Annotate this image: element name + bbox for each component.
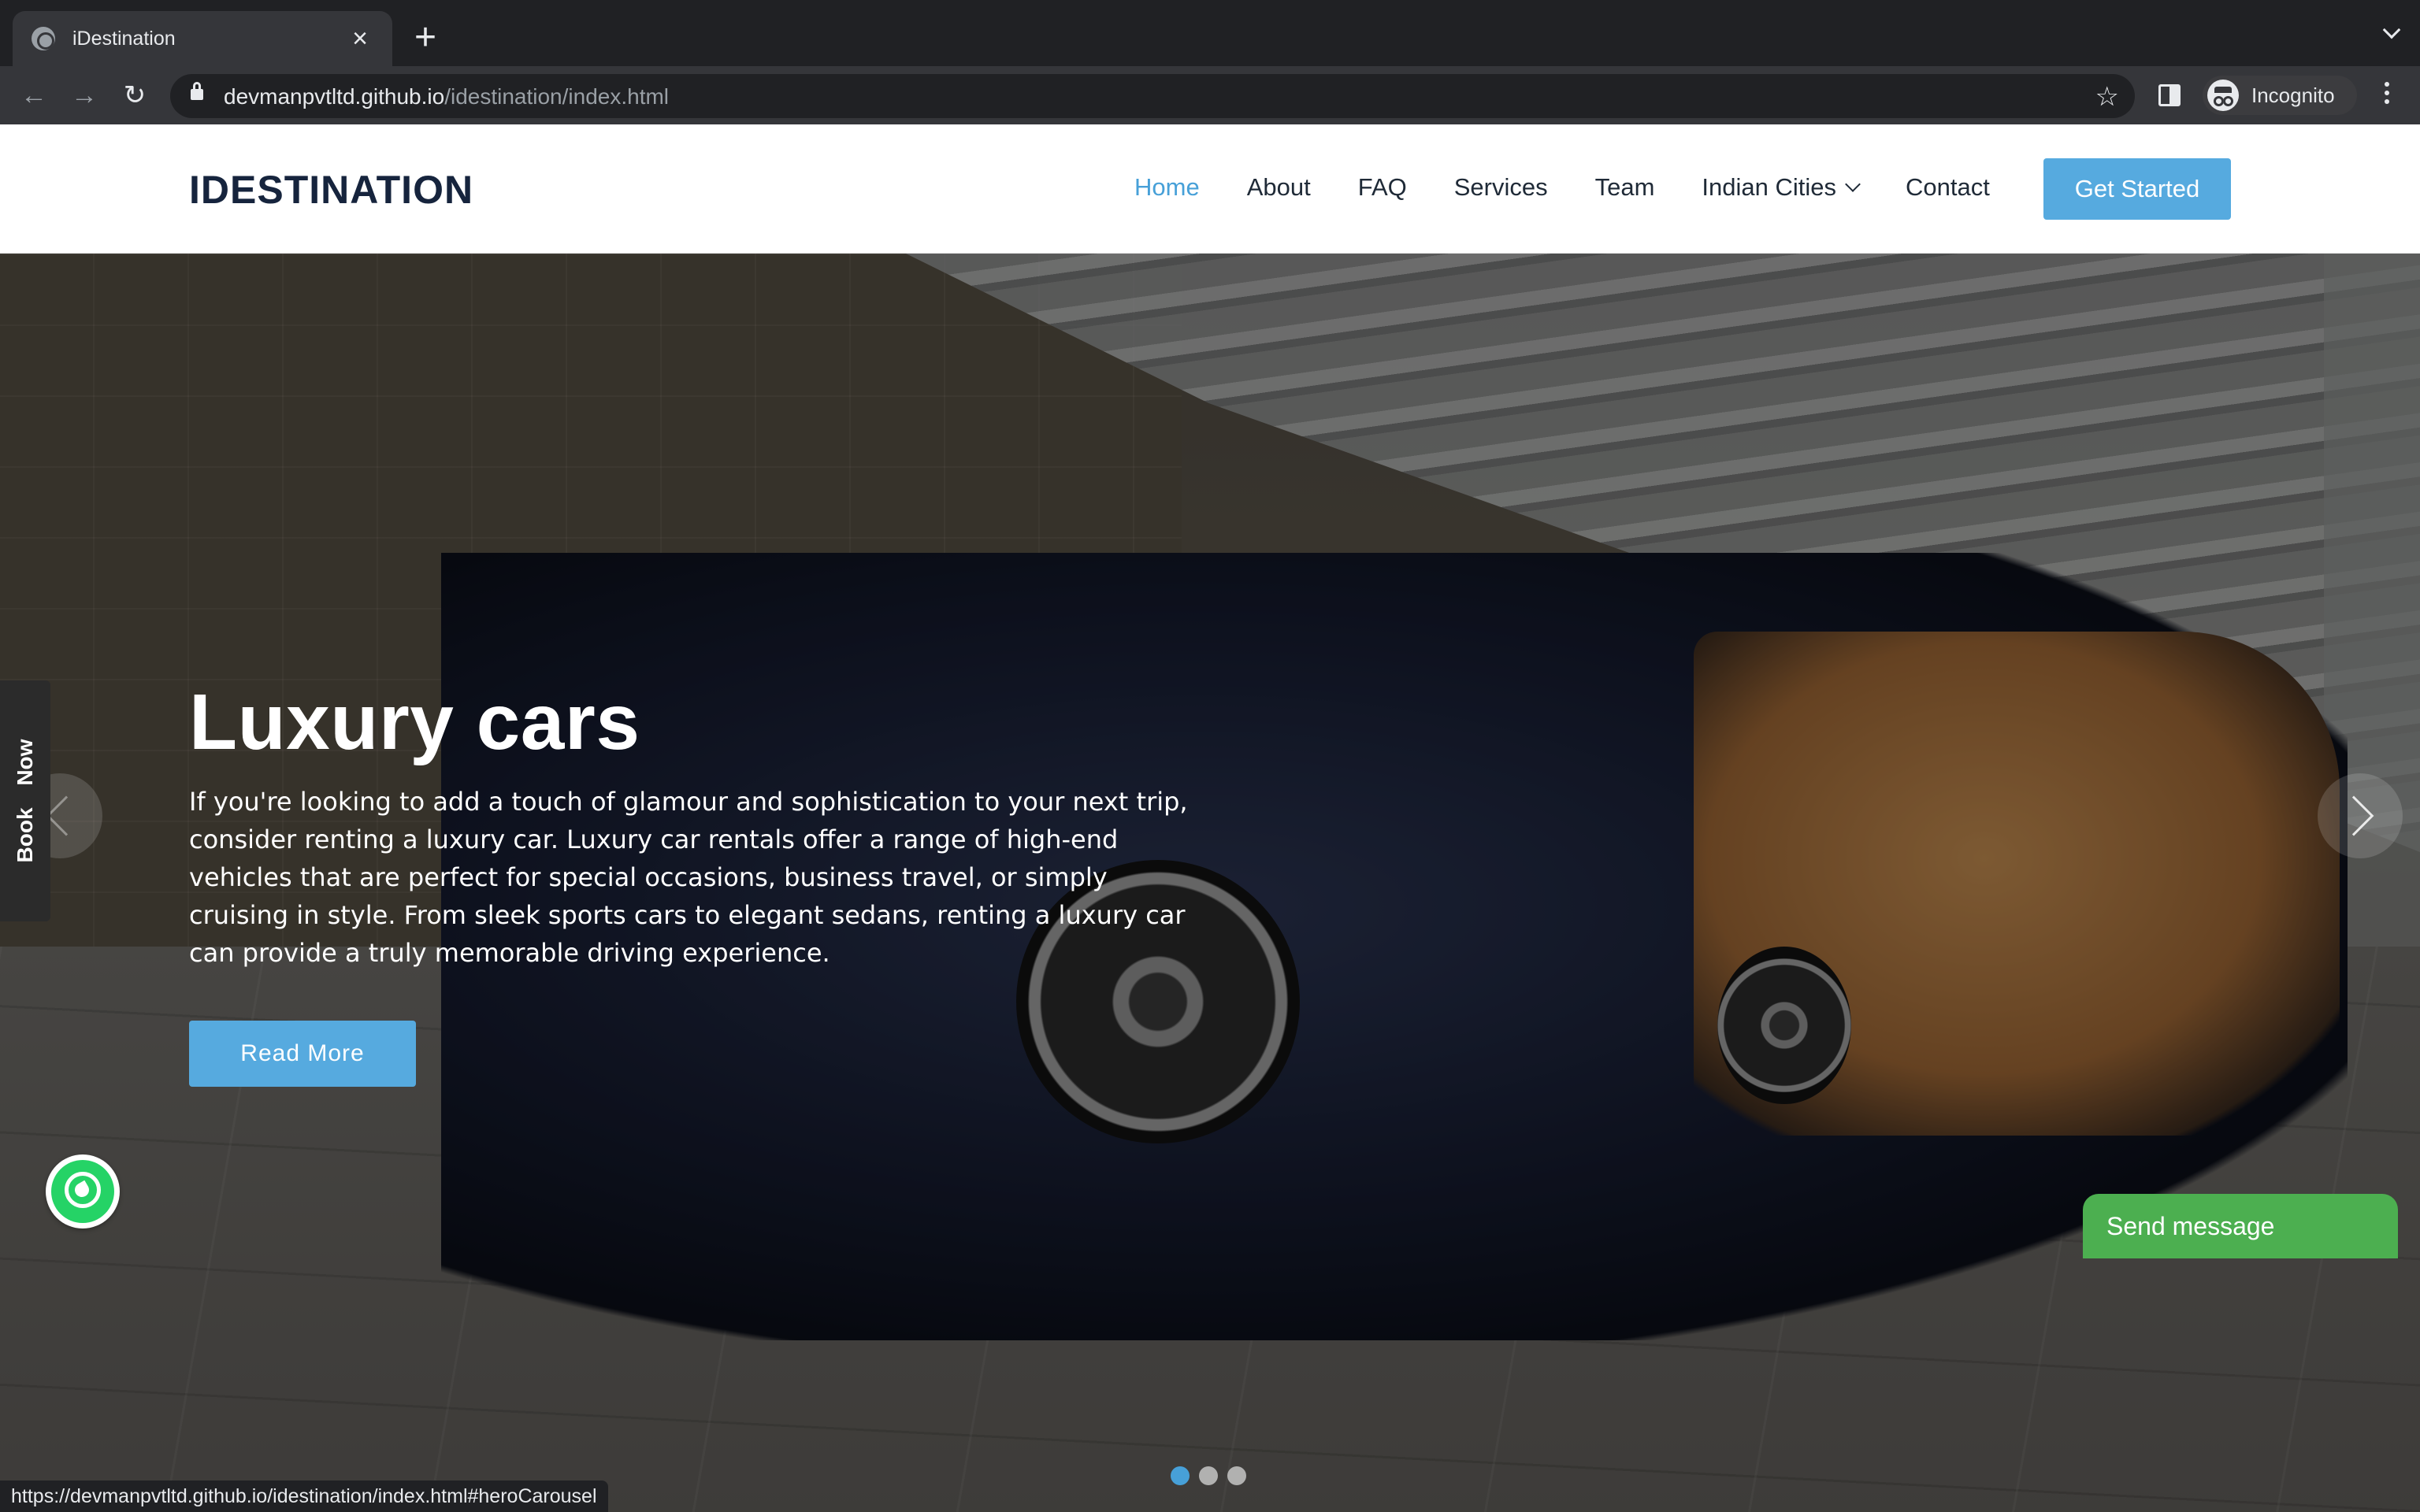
chevron-left-icon [46, 795, 87, 836]
browser-tab-strip: iDestination × + [0, 0, 2420, 66]
address-bar[interactable]: devmanpvtltd.github.io/idestination/inde… [170, 74, 2135, 118]
hero-title: Luxury cars [189, 678, 640, 766]
site-header: IDESTINATION Home About FAQ Services Tea… [0, 124, 2420, 254]
chevron-right-icon [2333, 795, 2374, 836]
hero-carousel: Luxury cars If you're looking to add a t… [0, 254, 2420, 1512]
carousel-indicator-2[interactable] [1199, 1466, 1218, 1485]
incognito-label: Incognito [2251, 83, 2335, 107]
nav-indian-cities[interactable]: Indian Cities [1702, 173, 1861, 202]
carousel-indicator-3[interactable] [1227, 1466, 1246, 1485]
close-tab-icon[interactable]: × [347, 25, 373, 52]
forward-button[interactable]: → [68, 79, 101, 112]
nav-contact[interactable]: Contact [1906, 173, 1990, 202]
whatsapp-icon[interactable] [46, 1154, 120, 1228]
send-message-chat-button[interactable]: Send message [2083, 1194, 2398, 1258]
browser-tab[interactable]: iDestination × [13, 11, 392, 66]
bookmark-star-icon[interactable]: ☆ [2095, 81, 2119, 113]
carousel-indicator-1[interactable] [1171, 1466, 1190, 1485]
site-logo[interactable]: IDESTINATION [189, 167, 473, 213]
lock-icon[interactable] [191, 82, 203, 100]
browser-toolbar: ← → ↻ devmanpvtltd.github.io/idestinatio… [0, 66, 2420, 124]
nav-home[interactable]: Home [1134, 173, 1200, 202]
globe-icon [32, 27, 55, 50]
nav-faq[interactable]: FAQ [1358, 173, 1407, 202]
new-tab-button[interactable]: + [410, 16, 441, 60]
book-now-tab[interactable]: Book Now [0, 680, 50, 921]
back-button[interactable]: ← [17, 79, 50, 112]
get-started-button[interactable]: Get Started [2043, 158, 2231, 220]
reload-button[interactable]: ↻ [118, 79, 151, 112]
main-nav: Home About FAQ Services Team Indian Citi… [1134, 173, 2037, 202]
status-bar-url: https://devmanpvtltd.github.io/idestinat… [0, 1480, 608, 1512]
side-panel-icon[interactable] [2158, 84, 2181, 106]
carousel-indicators [1171, 1466, 1256, 1485]
hero-caption: Luxury cars If you're looking to add a t… [189, 679, 1229, 1087]
tab-title: iDestination [72, 27, 176, 50]
whatsapp-phone-glyph [65, 1172, 101, 1208]
tab-search-chevron-icon[interactable] [2382, 24, 2401, 43]
nav-team[interactable]: Team [1595, 173, 1655, 202]
nav-indian-cities-label: Indian Cities [1702, 173, 1837, 201]
read-more-button[interactable]: Read More [189, 1021, 416, 1087]
nav-about[interactable]: About [1247, 173, 1311, 202]
book-now-label: Book Now [13, 739, 37, 863]
chevron-down-icon [1845, 176, 1861, 192]
carousel-next-button[interactable] [2318, 773, 2403, 858]
url-text: devmanpvtltd.github.io/idestination/inde… [224, 84, 670, 109]
hero-description: If you're looking to add a touch of glam… [189, 787, 1188, 968]
browser-menu-icon[interactable] [2382, 79, 2392, 112]
incognito-icon [2207, 80, 2239, 111]
incognito-profile-button[interactable]: Incognito [2203, 76, 2357, 115]
nav-services[interactable]: Services [1454, 173, 1548, 202]
